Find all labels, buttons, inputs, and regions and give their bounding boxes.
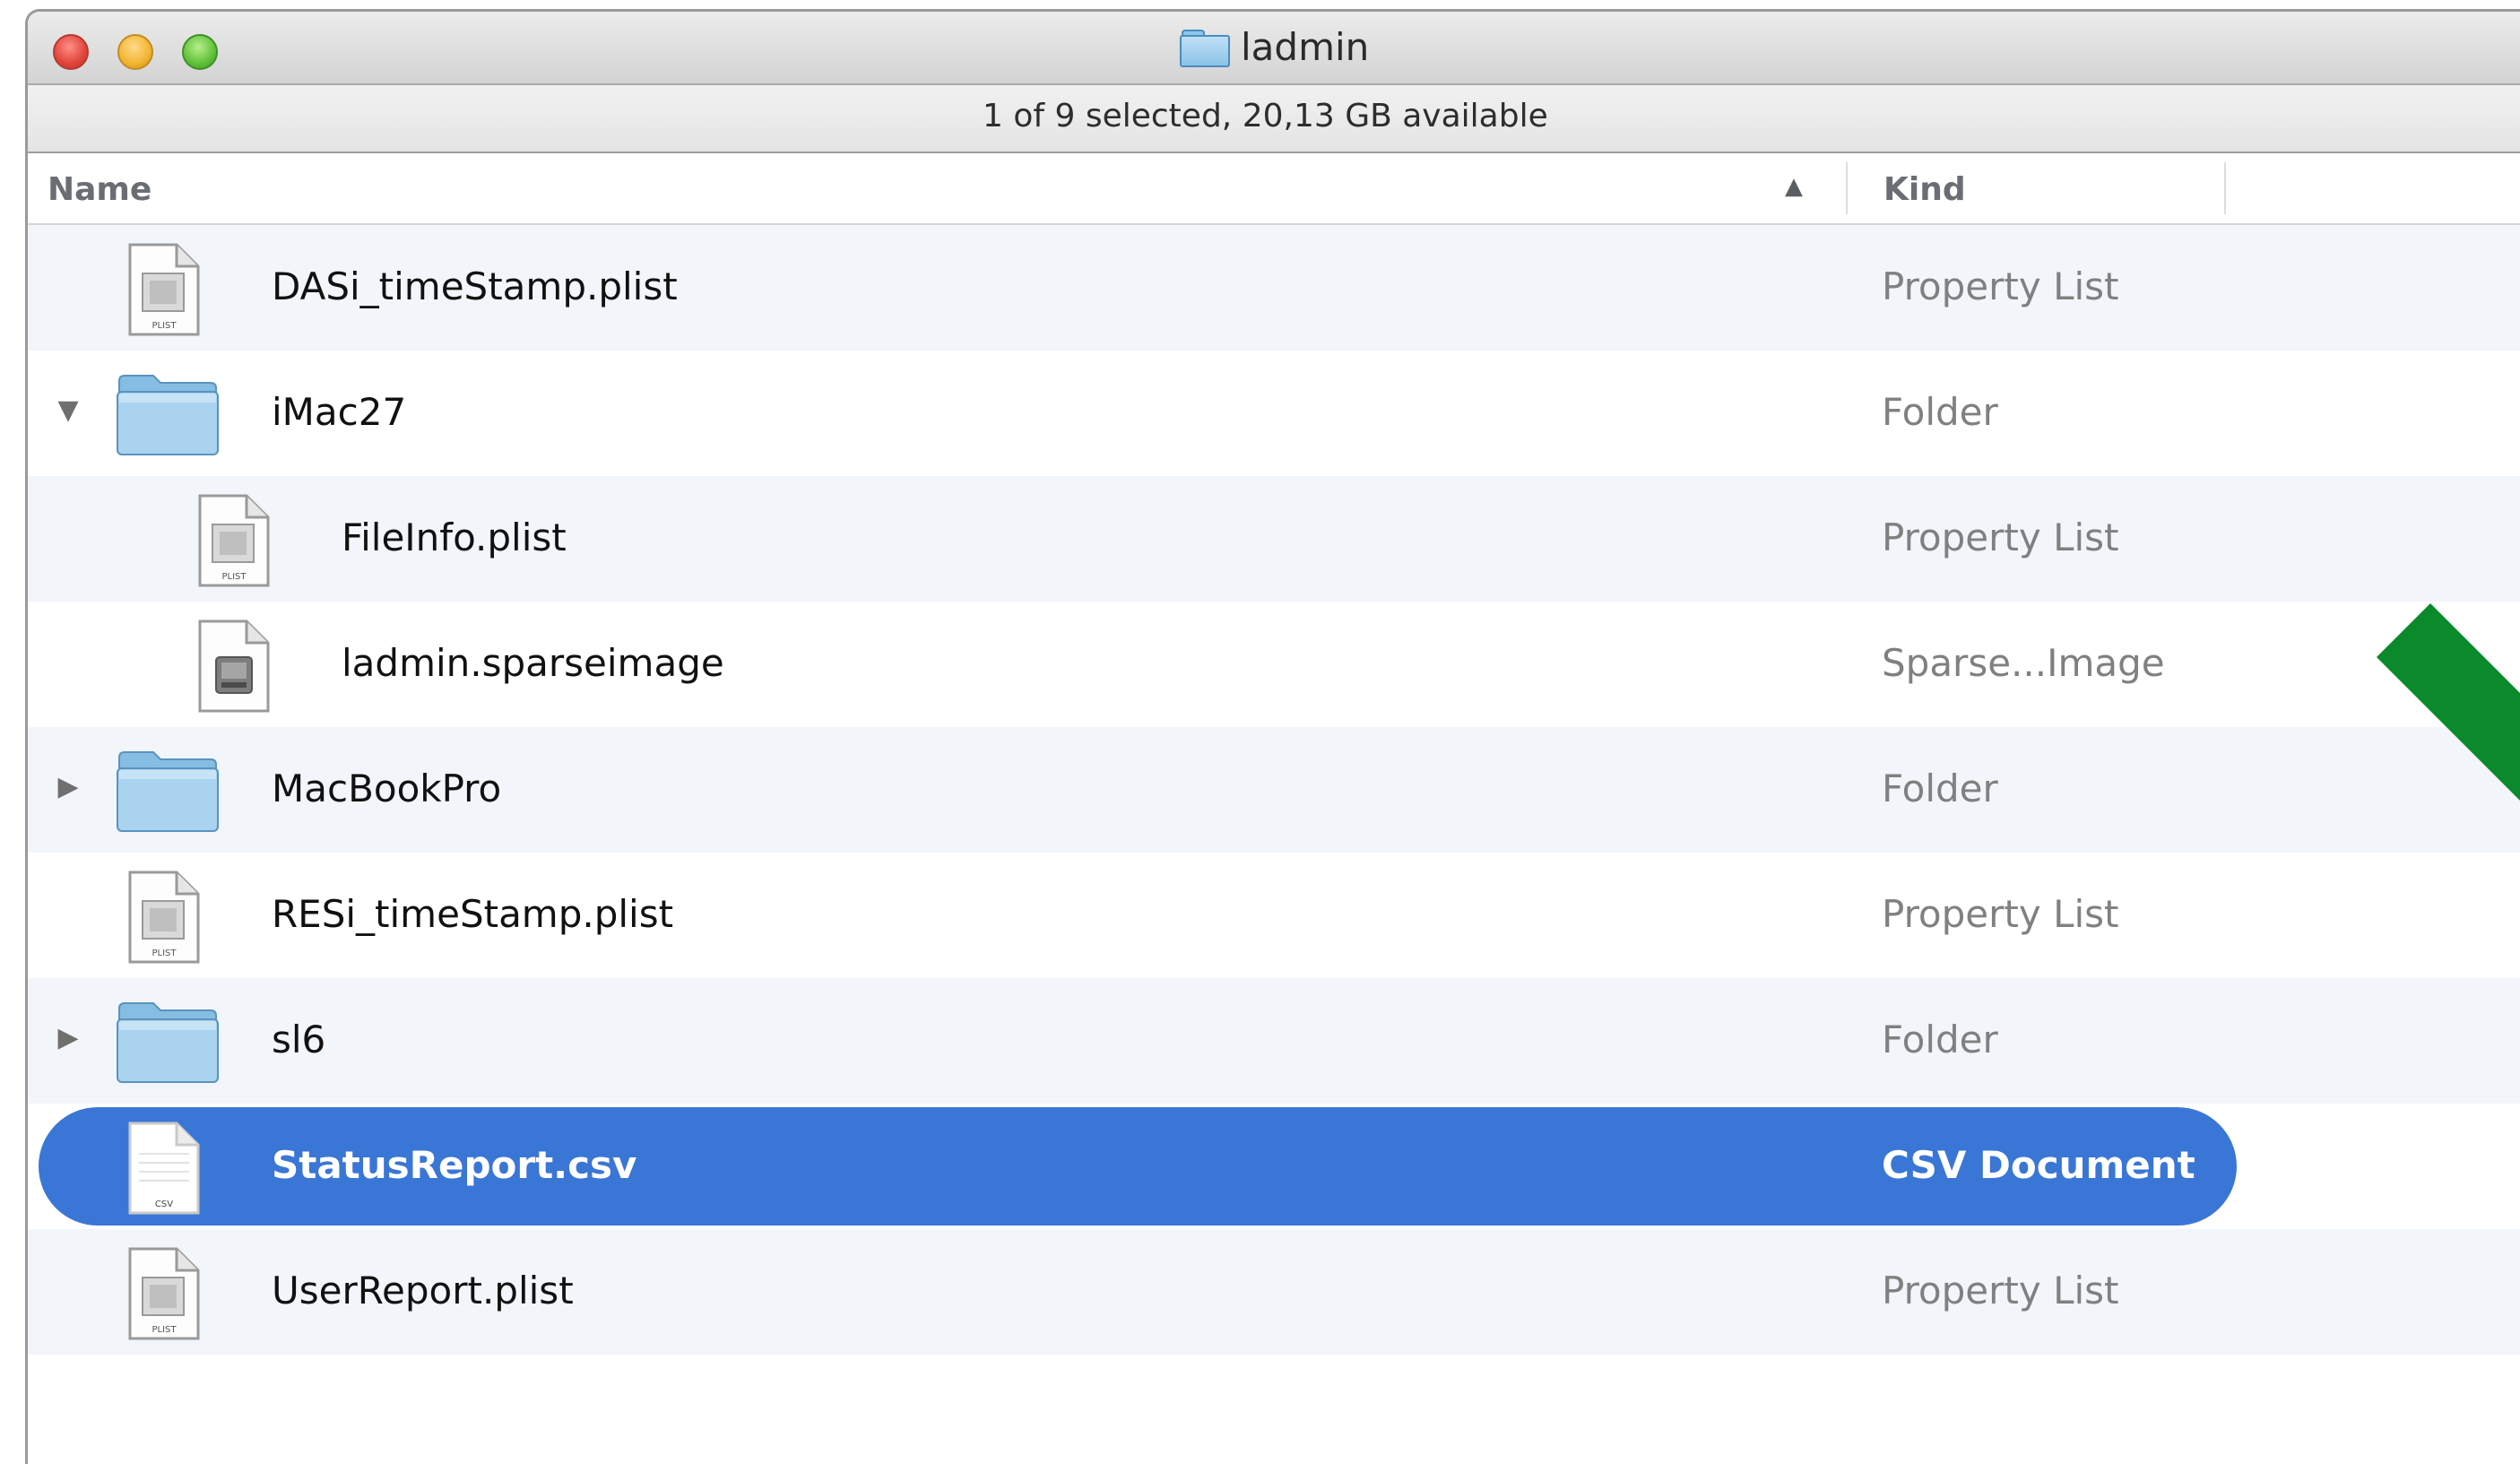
annotation-arrow-icon [2377,603,2520,801]
file-kind: Property List [1882,515,2119,559]
disk-image-icon [198,619,270,713]
column-header-kind[interactable]: Kind [1884,171,1966,208]
file-kind: Sparse...Image [1882,641,2165,685]
svg-text:PLIST: PLIST [152,321,177,331]
file-kind: Property List [1882,1269,2119,1312]
file-row-selected[interactable]: CSV StatusReport.csv CSV Document [28,1104,2520,1229]
file-row[interactable]: PLIST RESi_timeStamp.plist Property List [28,853,2520,978]
file-row[interactable]: PLIST FileInfo.plist Property List [28,476,2520,602]
file-name: RESi_timeStamp.plist [272,892,674,936]
file-row[interactable]: PLIST DASi_timeStamp.plist Property List [28,225,2520,351]
file-name: iMac27 [272,390,407,434]
folder-icon [1180,28,1230,67]
minimize-button[interactable] [117,34,153,70]
folder-icon [117,375,219,455]
sort-ascending-icon[interactable]: ▲ [1785,173,1803,200]
file-kind: CSV Document [1882,1143,2195,1187]
column-divider[interactable] [2224,162,2226,214]
finder-window: ladmin 1 of 9 selected, 20,13 GB availab… [25,9,2520,1464]
column-header: Name ▲ Kind [28,153,2520,225]
file-kind: Property List [1882,892,2119,936]
csv-document-icon: CSV [128,1122,200,1215]
file-kind: Property List [1882,264,2119,308]
disclosure-collapsed-icon[interactable]: ▶ [53,1023,83,1053]
window-title: ladmin [1241,24,1370,69]
svg-text:PLIST: PLIST [152,1325,177,1335]
file-name: sl6 [272,1018,326,1061]
file-name: StatusReport.csv [272,1143,637,1187]
file-name: DASi_timeStamp.plist [272,264,678,308]
disclosure-collapsed-icon[interactable]: ▶ [53,772,83,802]
plist-document-icon: PLIST [128,243,200,336]
file-row[interactable]: PLIST UserReport.plist Property List [28,1229,2520,1355]
file-kind: Folder [1882,390,1998,434]
svg-text:PLIST: PLIST [221,572,247,582]
folder-icon [117,751,219,832]
folder-icon [117,1002,219,1083]
plist-document-icon: PLIST [198,494,270,587]
window-title-group: ladmin [1180,24,1369,69]
status-bar: 1 of 9 selected, 20,13 GB available [28,85,2520,153]
file-name: FileInfo.plist [342,515,567,559]
zoom-button[interactable] [182,34,218,70]
status-text: 1 of 9 selected, 20,13 GB available [983,98,1548,134]
column-divider[interactable] [1846,162,1848,214]
svg-text:CSV: CSV [155,1200,173,1209]
folder-row[interactable]: ▼ iMac27 Folder [28,351,2520,476]
plist-document-icon: PLIST [128,1247,200,1340]
file-row[interactable]: ladmin.sparseimage Sparse...Image [28,602,2520,727]
disclosure-expanded-icon[interactable]: ▼ [53,395,83,426]
file-name: UserReport.plist [272,1269,574,1312]
svg-text:PLIST: PLIST [152,949,177,958]
title-bar[interactable]: ladmin [28,12,2520,85]
close-button[interactable] [53,34,89,70]
file-kind: Folder [1882,1018,1998,1061]
column-header-name[interactable]: Name [48,171,152,208]
folder-row[interactable]: ▶ sl6 Folder [28,978,2520,1104]
folder-row[interactable]: ▶ MacBookPro Folder [28,727,2520,853]
plist-document-icon: PLIST [128,871,200,964]
file-kind: Folder [1882,767,1998,810]
file-name: ladmin.sparseimage [342,641,724,685]
file-name: MacBookPro [272,767,502,810]
